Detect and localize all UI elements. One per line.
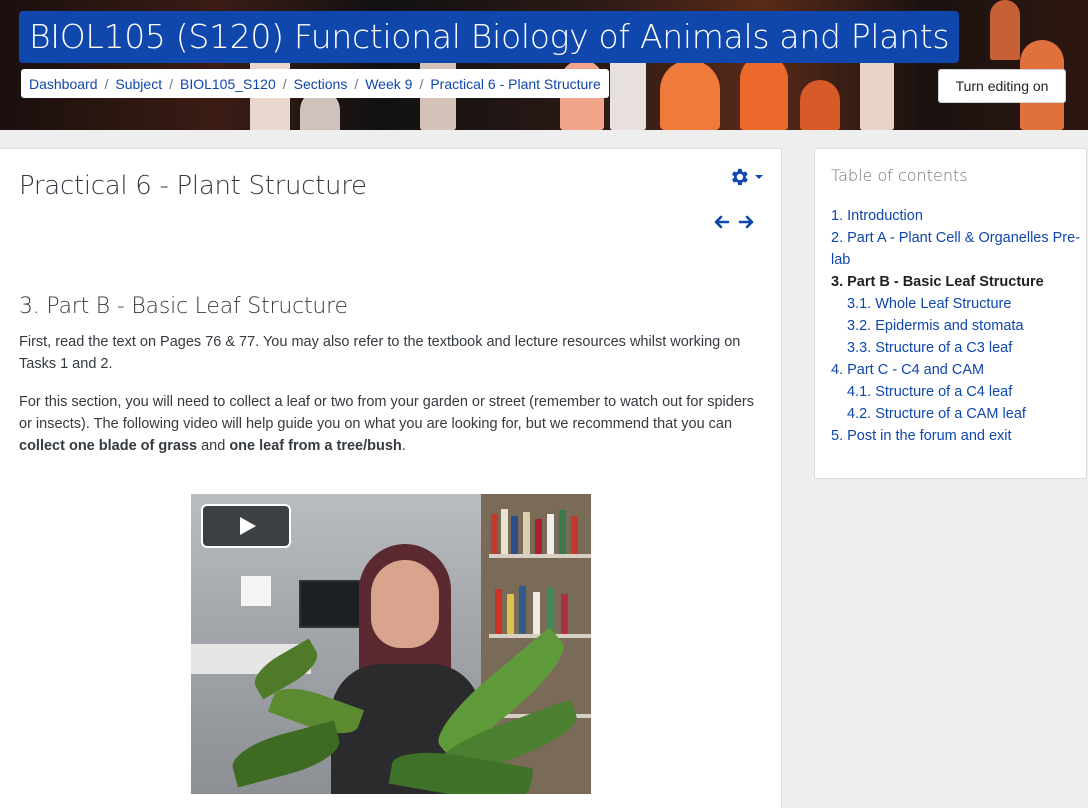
breadcrumb-week[interactable]: Week 9 [365, 76, 412, 92]
play-icon [240, 517, 256, 535]
video-scene [489, 554, 591, 558]
paragraph-text: . [401, 438, 406, 454]
instruction-paragraph-2: For this section, you will need to colle… [19, 391, 764, 457]
video-scene [533, 592, 540, 634]
video-scene [511, 516, 518, 554]
gear-icon [732, 168, 748, 186]
instruction-paragraph-1: First, read the text on Pages 76 & 77. Y… [19, 334, 741, 372]
breadcrumb-course[interactable]: BIOL105_S120 [180, 76, 276, 92]
breadcrumb-current-page[interactable]: Practical 6 - Plant Structure [430, 76, 600, 92]
toc-item[interactable]: 2. Part A - Plant Cell & Organelles Pre-… [831, 227, 1081, 271]
toc-item[interactable]: 3.3. Structure of a C3 leaf [831, 337, 1081, 359]
video-scene [371, 560, 439, 648]
toc-item[interactable]: 3.1. Whole Leaf Structure [831, 293, 1081, 315]
breadcrumb-separator: / [282, 75, 287, 92]
toc-item[interactable]: 1. Introduction [831, 205, 1081, 227]
paragraph-text: For this section, you will need to colle… [19, 394, 754, 432]
breadcrumb-separator: / [169, 75, 173, 92]
video-scene [559, 510, 566, 554]
bold-text-grass: collect one blade of grass [19, 438, 198, 454]
video-scene [495, 589, 502, 634]
settings-menu[interactable] [728, 164, 768, 190]
section-heading: 3. Part B - Basic Leaf Structure [19, 294, 348, 319]
toc-item[interactable]: 3.2. Epidermis and stomata [831, 315, 1081, 337]
video-scene [547, 514, 554, 554]
breadcrumb-subject[interactable]: Subject [115, 76, 162, 92]
breadcrumb-separator: / [104, 75, 109, 92]
breadcrumb: Dashboard / Subject / BIOL105_S120 / Sec… [21, 69, 609, 98]
video-scene [507, 594, 514, 634]
toc-item[interactable]: 5. Post in the forum and exit [831, 425, 1081, 447]
toc-list: 1. Introduction 2. Part A - Plant Cell &… [831, 205, 1081, 447]
video-scene [519, 586, 526, 634]
bold-text-leaf: one leaf from a tree/bush [229, 438, 402, 454]
page-navigation [714, 214, 754, 230]
paragraph-text: and [197, 438, 230, 454]
video-scene [501, 509, 508, 554]
toc-item-current: 3. Part B - Basic Leaf Structure [831, 274, 1044, 290]
video-scene [523, 512, 530, 554]
course-title[interactable]: BIOL105 (S120) Functional Biology of Ani… [19, 11, 960, 63]
video-player[interactable] [191, 494, 591, 794]
arrow-right-icon[interactable] [738, 214, 754, 230]
toc-item[interactable]: 4.1. Structure of a C4 leaf [831, 381, 1081, 403]
toc-item[interactable]: 4.2. Structure of a CAM leaf [831, 403, 1081, 425]
breadcrumb-separator: / [419, 75, 424, 92]
video-scene [561, 594, 568, 634]
video-scene [571, 516, 578, 554]
arrow-left-icon[interactable] [714, 214, 730, 230]
toc-title: Table of contents [831, 166, 968, 185]
turn-editing-on-button[interactable]: Turn editing on [938, 69, 1066, 103]
video-scene [227, 720, 345, 788]
video-scene [299, 580, 361, 628]
video-scene [535, 519, 542, 554]
toc-item[interactable]: 4. Part C - C4 and CAM [831, 359, 1081, 381]
chevron-down-icon [755, 175, 763, 179]
page-title: Practical 6 - Plant Structure [19, 171, 367, 201]
video-scene [491, 514, 498, 554]
breadcrumb-separator: / [354, 75, 359, 92]
play-button[interactable] [201, 504, 291, 548]
breadcrumb-dashboard[interactable]: Dashboard [29, 76, 98, 92]
breadcrumb-sections[interactable]: Sections [294, 76, 348, 92]
video-scene [241, 576, 271, 606]
